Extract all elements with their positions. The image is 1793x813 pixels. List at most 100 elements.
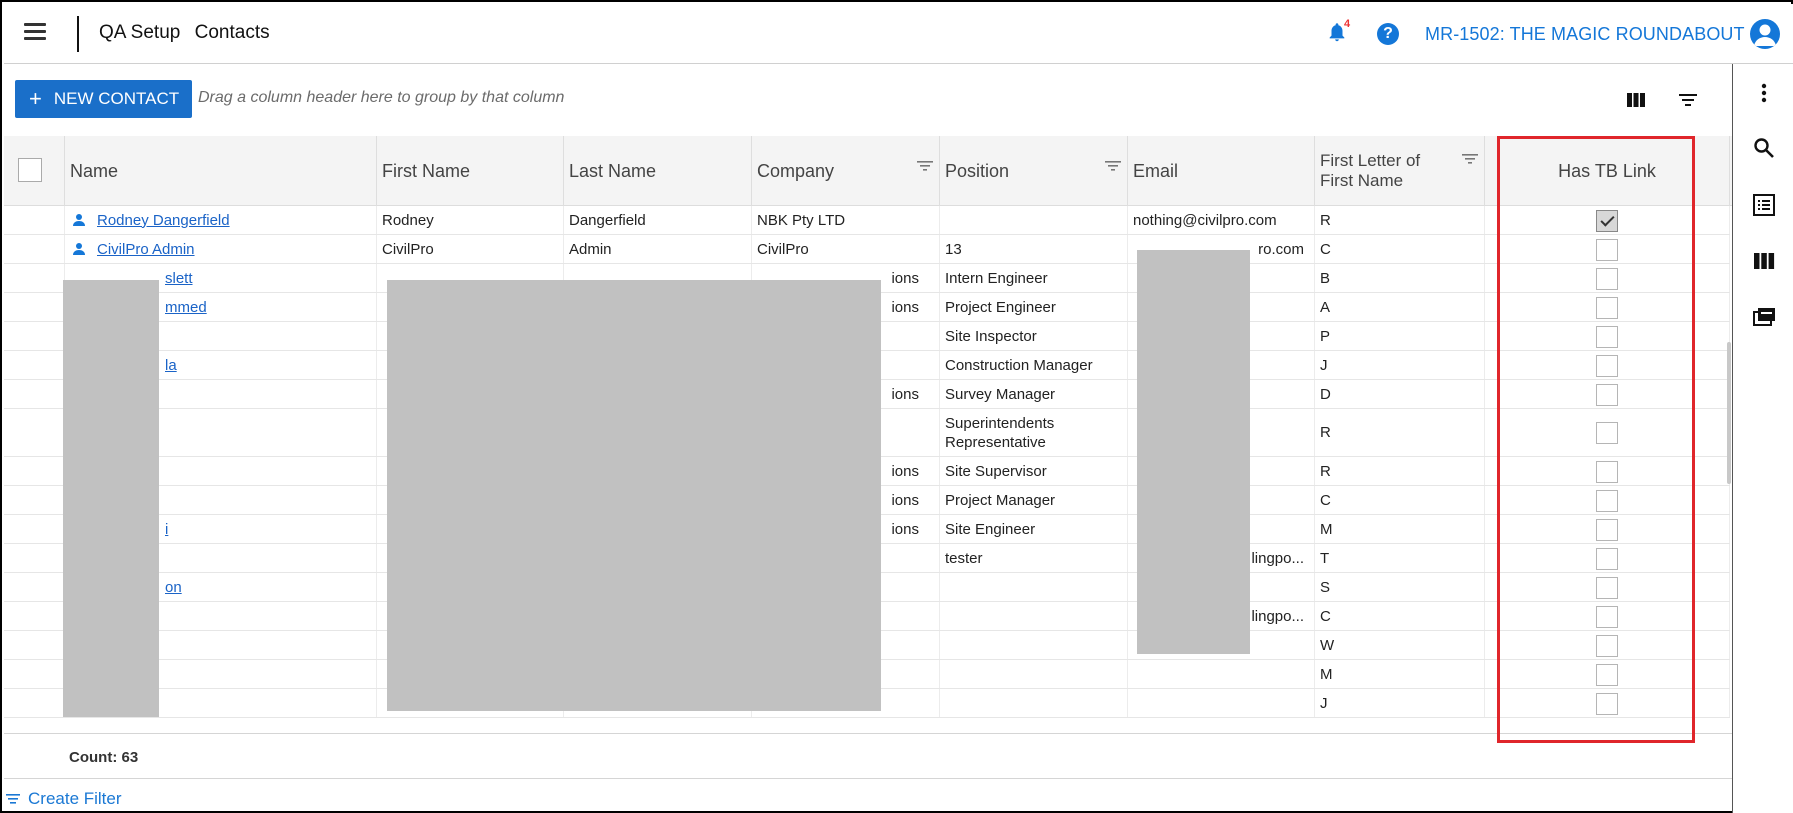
column-header-company[interactable]: Company xyxy=(752,136,940,206)
column-header-name[interactable]: Name xyxy=(65,136,377,206)
cell-letter: P xyxy=(1315,322,1485,350)
cell-has-tb-link xyxy=(1485,486,1730,514)
table-row[interactable]: CivilPro Admin CivilPro Admin CivilPro 13 ro.… xyxy=(4,235,1730,264)
user-avatar-icon[interactable] xyxy=(1750,19,1780,49)
cell-text: tester xyxy=(945,549,983,567)
cell-text: lingpo... xyxy=(1251,607,1304,625)
has-tb-link-checkbox[interactable] xyxy=(1596,239,1618,261)
has-tb-link-checkbox[interactable] xyxy=(1596,268,1618,290)
cell-company: NBK Pty LTD xyxy=(752,206,940,234)
column-header-position[interactable]: Position xyxy=(940,136,1128,206)
contact-name-link[interactable]: Rodney Dangerfield xyxy=(97,212,230,229)
has-tb-link-checkbox[interactable] xyxy=(1596,577,1618,599)
column-header-has-tb-link[interactable]: Has TB Link xyxy=(1485,136,1730,206)
cell-has-tb-link xyxy=(1485,515,1730,543)
has-tb-link-checkbox[interactable] xyxy=(1596,519,1618,541)
column-header-first-letter[interactable]: First Letter of First Name xyxy=(1315,136,1485,206)
cell-text: Site Engineer xyxy=(945,520,1036,538)
has-tb-link-checkbox[interactable] xyxy=(1596,422,1618,444)
cell-letter: C xyxy=(1315,486,1485,514)
cell-text: Site Inspector xyxy=(945,327,1037,345)
column-filter-icon[interactable] xyxy=(917,160,933,172)
contact-name-link[interactable]: slett xyxy=(165,270,193,287)
cell-name: CivilPro Admin xyxy=(65,235,377,263)
column-title: Email xyxy=(1133,160,1179,181)
cell-text: Admin xyxy=(569,240,612,258)
search-icon[interactable] xyxy=(1751,135,1777,161)
contact-name-link[interactable]: la xyxy=(165,357,177,374)
cell-email: nothing@civilpro.com xyxy=(1128,206,1315,234)
cell-text: A xyxy=(1320,298,1331,316)
menu-icon[interactable] xyxy=(24,23,46,45)
cell-position: Survey Manager xyxy=(940,380,1128,408)
contact-name-link[interactable]: mmed xyxy=(165,299,207,316)
contact-name-link[interactable]: i xyxy=(165,521,168,538)
has-tb-link-checkbox[interactable] xyxy=(1596,635,1618,657)
has-tb-link-checkbox[interactable] xyxy=(1596,355,1618,377)
column-header-first-name[interactable]: First Name xyxy=(377,136,564,206)
cell-position: Intern Engineer xyxy=(940,264,1128,292)
column-header-last-name[interactable]: Last Name xyxy=(564,136,752,206)
more-vert-icon[interactable] xyxy=(1751,80,1777,106)
column-filter-icon[interactable] xyxy=(1105,160,1121,172)
columns-icon[interactable] xyxy=(1624,88,1648,112)
cell-company: CivilPro xyxy=(752,235,940,263)
has-tb-link-checkbox[interactable] xyxy=(1596,664,1618,686)
has-tb-link-checkbox[interactable] xyxy=(1596,461,1618,483)
row-select-cell xyxy=(4,631,65,659)
row-select-cell xyxy=(4,573,65,601)
new-contact-label: NEW CONTACT xyxy=(53,89,180,108)
table-row[interactable]: Rodney Dangerfield Rodney Dangerfield NBK P… xyxy=(4,206,1730,235)
redacted-area xyxy=(1137,250,1250,654)
cell-has-tb-link xyxy=(1485,351,1730,379)
columns-icon[interactable] xyxy=(1751,248,1777,274)
row-select-cell xyxy=(4,351,65,379)
person-icon xyxy=(73,214,85,226)
contact-name-link[interactable]: CivilPro Admin xyxy=(97,241,195,258)
has-tb-link-checkbox[interactable] xyxy=(1596,693,1618,715)
cell-text: ions xyxy=(891,385,919,403)
cell-letter: T xyxy=(1315,544,1485,572)
column-filter-icon[interactable] xyxy=(1462,153,1478,165)
column-title: Last Name xyxy=(569,160,657,181)
row-select-cell xyxy=(4,293,65,321)
cell-text: W xyxy=(1320,636,1335,654)
has-tb-link-checkbox[interactable] xyxy=(1596,210,1618,232)
has-tb-link-checkbox[interactable] xyxy=(1596,490,1618,512)
has-tb-link-checkbox[interactable] xyxy=(1596,326,1618,348)
contact-name-link[interactable]: on xyxy=(165,579,182,596)
cell-position: Site Inspector xyxy=(940,322,1128,350)
has-tb-link-checkbox[interactable] xyxy=(1596,548,1618,570)
vertical-scrollbar[interactable] xyxy=(1727,342,1731,484)
notifications-button[interactable]: 4 xyxy=(1326,18,1352,48)
cell-position: Site Engineer xyxy=(940,515,1128,543)
row-select-cell xyxy=(4,235,65,263)
cell-text: ions xyxy=(891,269,919,287)
cell-has-tb-link xyxy=(1485,544,1730,572)
project-selector[interactable]: MR-1502: THE MAGIC ROUNDABOUT xyxy=(1425,24,1745,45)
has-tb-link-checkbox[interactable] xyxy=(1596,606,1618,628)
cell-letter: W xyxy=(1315,631,1485,659)
cell-text: T xyxy=(1320,549,1330,567)
has-tb-link-checkbox[interactable] xyxy=(1596,297,1618,319)
row-select-cell xyxy=(4,457,65,485)
help-icon[interactable]: ? xyxy=(1377,23,1399,45)
row-select-cell xyxy=(4,689,65,717)
top-bar: QA Setup Contacts 4 ? MR-1502: THE MAGIC… xyxy=(4,4,1793,64)
list-icon[interactable] xyxy=(1751,192,1777,218)
breadcrumb-qa-setup[interactable]: QA Setup xyxy=(99,22,180,43)
cell-first: CivilPro xyxy=(377,235,564,263)
create-filter-link[interactable]: Create Filter xyxy=(6,789,122,809)
filter-icon[interactable] xyxy=(1676,88,1700,112)
cell-has-tb-link xyxy=(1485,631,1730,659)
cell-text: ions xyxy=(891,462,919,480)
group-by-hint: Drag a column header here to group by th… xyxy=(198,89,565,106)
breadcrumb: QA Setup Contacts xyxy=(99,22,279,44)
cell-position xyxy=(940,689,1128,717)
folder-icon[interactable] xyxy=(1751,304,1777,330)
new-contact-button[interactable]: + NEW CONTACT xyxy=(15,80,192,118)
column-header-email[interactable]: Email xyxy=(1128,136,1315,206)
column-title: First Name xyxy=(382,160,471,181)
has-tb-link-checkbox[interactable] xyxy=(1596,384,1618,406)
select-all-checkbox[interactable] xyxy=(18,158,42,182)
